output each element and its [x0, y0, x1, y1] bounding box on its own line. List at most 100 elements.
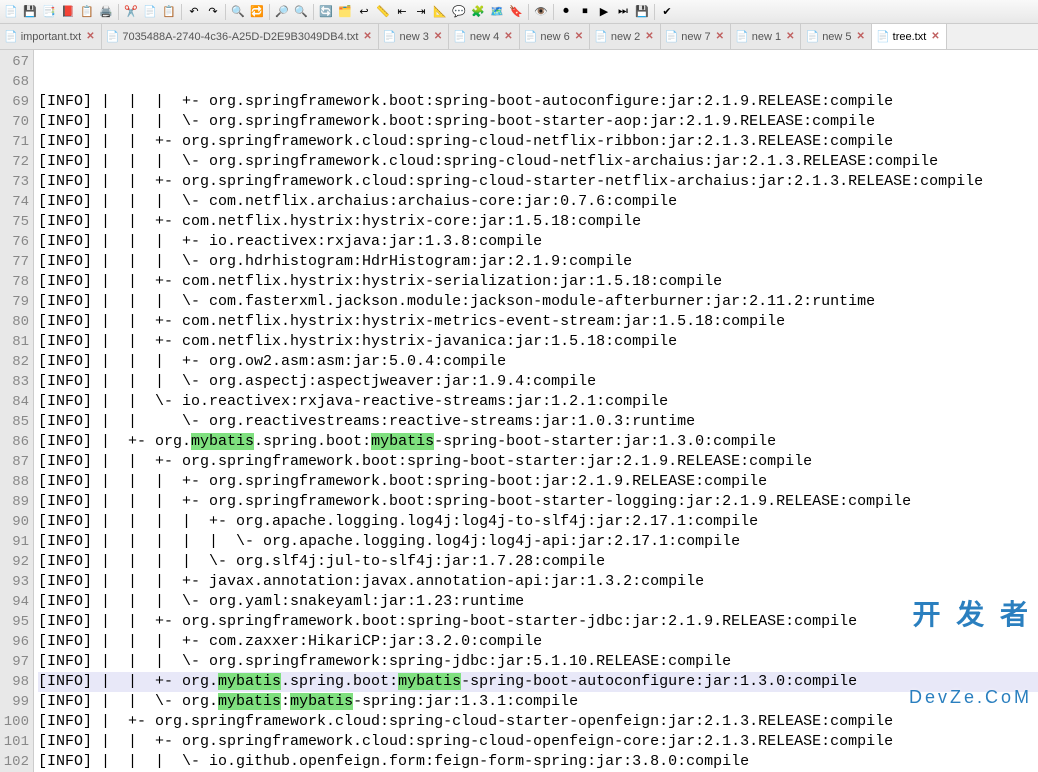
- undo-icon[interactable]: ↶: [185, 3, 203, 21]
- eye-icon[interactable]: 👁️: [532, 3, 550, 21]
- find-icon[interactable]: 🔍: [229, 3, 247, 21]
- tab-new-3[interactable]: 📄new 3✕: [379, 24, 449, 49]
- editor-line[interactable]: [INFO] | | | +- io.reactivex:rxjava:jar:…: [38, 232, 1038, 252]
- tab-label: new 7: [681, 31, 710, 43]
- code-editor[interactable]: [INFO] | | | +- org.springframework.boot…: [34, 50, 1038, 772]
- line-no: 102: [0, 752, 33, 772]
- editor-line[interactable]: [INFO] | | | | \- org.slf4j:jul-to-slf4j…: [38, 552, 1038, 572]
- redo-icon[interactable]: ↷: [204, 3, 222, 21]
- tab-new-6[interactable]: 📄new 6✕: [520, 24, 590, 49]
- editor-line[interactable]: [INFO] | | | \- org.yaml:snakeyaml:jar:1…: [38, 592, 1038, 612]
- close-icon[interactable]: ✕: [575, 31, 583, 42]
- sync-icon[interactable]: 🔄: [317, 3, 335, 21]
- close-doc-icon[interactable]: 📕: [59, 3, 77, 21]
- tab-new-1[interactable]: 📄new 1✕: [731, 24, 801, 49]
- editor-line[interactable]: [INFO] | | | | | \- org.apache.logging.l…: [38, 532, 1038, 552]
- editor-line[interactable]: [INFO] | | | \- com.fasterxml.jackson.mo…: [38, 292, 1038, 312]
- editor-line[interactable]: [INFO] | | | +- org.springframework.boot…: [38, 472, 1038, 492]
- tab-new-7[interactable]: 📄new 7✕: [661, 24, 731, 49]
- indent-inc-icon[interactable]: ⇥: [412, 3, 430, 21]
- copy-icon[interactable]: 📄: [141, 3, 159, 21]
- editor-line[interactable]: [INFO] | | | \- org.springframework.boot…: [38, 112, 1038, 132]
- doc-map-icon[interactable]: 🗺️: [488, 3, 506, 21]
- editor-line[interactable]: [INFO] | | +- com.netflix.hystrix:hystri…: [38, 312, 1038, 332]
- tab-new-5[interactable]: 📄new 5✕: [801, 24, 871, 49]
- zoom-in-icon[interactable]: 🔎: [273, 3, 291, 21]
- tab-tree-txt[interactable]: 📄tree.txt✕: [872, 24, 947, 49]
- copy-doc-icon[interactable]: 📑: [40, 3, 58, 21]
- tab-new-4[interactable]: 📄new 4✕: [449, 24, 519, 49]
- editor-line[interactable]: [INFO] | | +- org.mybatis.spring.boot:my…: [38, 672, 1038, 692]
- file-icon: 📄: [383, 30, 397, 43]
- indent-dec-icon[interactable]: ⇤: [393, 3, 411, 21]
- cut-icon[interactable]: ✂️: [122, 3, 140, 21]
- editor-line[interactable]: [INFO] | | +- org.springframework.boot:s…: [38, 452, 1038, 472]
- new-file-icon[interactable]: 📄: [2, 3, 20, 21]
- tab-important-txt[interactable]: 📄important.txt✕: [0, 24, 102, 49]
- editor-line[interactable]: [INFO] | | \- io.reactivex:rxjava-reacti…: [38, 392, 1038, 412]
- line-no: 70: [0, 112, 33, 132]
- tab-label: new 2: [611, 31, 640, 43]
- editor-line[interactable]: [INFO] | | +- org.springframework.cloud:…: [38, 732, 1038, 752]
- editor-line[interactable]: [INFO] | | | +- org.ow2.asm:asm:jar:5.0.…: [38, 352, 1038, 372]
- editor-line[interactable]: [INFO] | | \- org.mybatis:mybatis-spring…: [38, 692, 1038, 712]
- close-icon[interactable]: ✕: [434, 31, 442, 42]
- stop-icon[interactable]: ⏹: [576, 3, 594, 21]
- print-doc-icon[interactable]: 📋: [78, 3, 96, 21]
- editor-line[interactable]: [INFO] | | +- org.springframework.cloud:…: [38, 172, 1038, 192]
- close-icon[interactable]: ✕: [931, 31, 939, 42]
- paste-icon[interactable]: 📋: [160, 3, 178, 21]
- close-icon[interactable]: ✕: [857, 31, 865, 42]
- editor-line[interactable]: [INFO] | | +- com.netflix.hystrix:hystri…: [38, 272, 1038, 292]
- func-list-icon[interactable]: 🧩: [469, 3, 487, 21]
- editor-line[interactable]: [INFO] | | | +- com.zaxxer:HikariCP:jar:…: [38, 632, 1038, 652]
- play-icon[interactable]: ▶: [595, 3, 613, 21]
- wrap-icon[interactable]: ↩: [355, 3, 373, 21]
- close-icon[interactable]: ✕: [86, 31, 94, 42]
- zoom-out-icon[interactable]: 🔍: [292, 3, 310, 21]
- close-icon[interactable]: ✕: [645, 31, 653, 42]
- editor-line[interactable]: [INFO] | | +- org.springframework.boot:s…: [38, 612, 1038, 632]
- tab-7035488a-2740-4c36-a25d-d2e9b3049db4-txt[interactable]: 📄7035488A-2740-4c36-A25D-D2E9B3049DB4.tx…: [102, 24, 379, 49]
- fast-play-icon[interactable]: ⏭: [614, 3, 632, 21]
- close-icon[interactable]: ✕: [716, 31, 724, 42]
- tree-icon[interactable]: 🗂️: [336, 3, 354, 21]
- line-number-gutter: 6768697071727374757677787980818283848586…: [0, 50, 34, 772]
- save-macro-icon[interactable]: 💾: [633, 3, 651, 21]
- editor-line[interactable]: [INFO] | +- org.mybatis.spring.boot:myba…: [38, 432, 1038, 452]
- tab-new-2[interactable]: 📄new 2 ✕: [590, 24, 660, 49]
- editor-line[interactable]: [INFO] | | | | +- org.apache.logging.log…: [38, 512, 1038, 532]
- line-no: 72: [0, 152, 33, 172]
- editor-line[interactable]: [INFO] | | | \- com.netflix.archaius:arc…: [38, 192, 1038, 212]
- spellcheck-icon[interactable]: ✔: [658, 3, 676, 21]
- line-no: 98: [0, 672, 33, 692]
- print-icon[interactable]: 🖨️: [97, 3, 115, 21]
- bookmark-icon[interactable]: 🔖: [507, 3, 525, 21]
- editor-line[interactable]: [INFO] | | \- org.reactivestreams:reacti…: [38, 412, 1038, 432]
- record-icon[interactable]: ⏺: [557, 3, 575, 21]
- close-icon[interactable]: ✕: [786, 31, 794, 42]
- close-icon[interactable]: ✕: [504, 31, 512, 42]
- line-no: 95: [0, 612, 33, 632]
- editor-line[interactable]: [INFO] | | | +- org.springframework.boot…: [38, 492, 1038, 512]
- ruler-icon[interactable]: 📏: [374, 3, 392, 21]
- editor-line[interactable]: [INFO] | | | \- io.github.openfeign.form…: [38, 752, 1038, 772]
- editor-line[interactable]: [INFO] | | +- org.springframework.cloud:…: [38, 132, 1038, 152]
- editor-line[interactable]: [INFO] | +- org.springframework.cloud:sp…: [38, 712, 1038, 732]
- line-no: 101: [0, 732, 33, 752]
- editor-line[interactable]: [INFO] | | | \- org.springframework:spri…: [38, 652, 1038, 672]
- editor-line[interactable]: [INFO] | | | \- org.springframework.clou…: [38, 152, 1038, 172]
- editor-line[interactable]: [INFO] | | | +- javax.annotation:javax.a…: [38, 572, 1038, 592]
- replace-icon[interactable]: 🔁: [248, 3, 266, 21]
- editor-line[interactable]: [INFO] | | +- com.netflix.hystrix:hystri…: [38, 332, 1038, 352]
- comment-icon[interactable]: 💬: [450, 3, 468, 21]
- close-icon[interactable]: ✕: [363, 31, 371, 42]
- editor-line[interactable]: [INFO] | | | \- org.aspectj:aspectjweave…: [38, 372, 1038, 392]
- editor-line[interactable]: [INFO] | | | +- org.springframework.boot…: [38, 92, 1038, 112]
- save-icon[interactable]: 💾: [21, 3, 39, 21]
- editor-line[interactable]: [INFO] | | | \- org.hdrhistogram:HdrHist…: [38, 252, 1038, 272]
- file-icon: 📄: [594, 30, 608, 43]
- guide-icon[interactable]: 📐: [431, 3, 449, 21]
- line-no: 97: [0, 652, 33, 672]
- editor-line[interactable]: [INFO] | | +- com.netflix.hystrix:hystri…: [38, 212, 1038, 232]
